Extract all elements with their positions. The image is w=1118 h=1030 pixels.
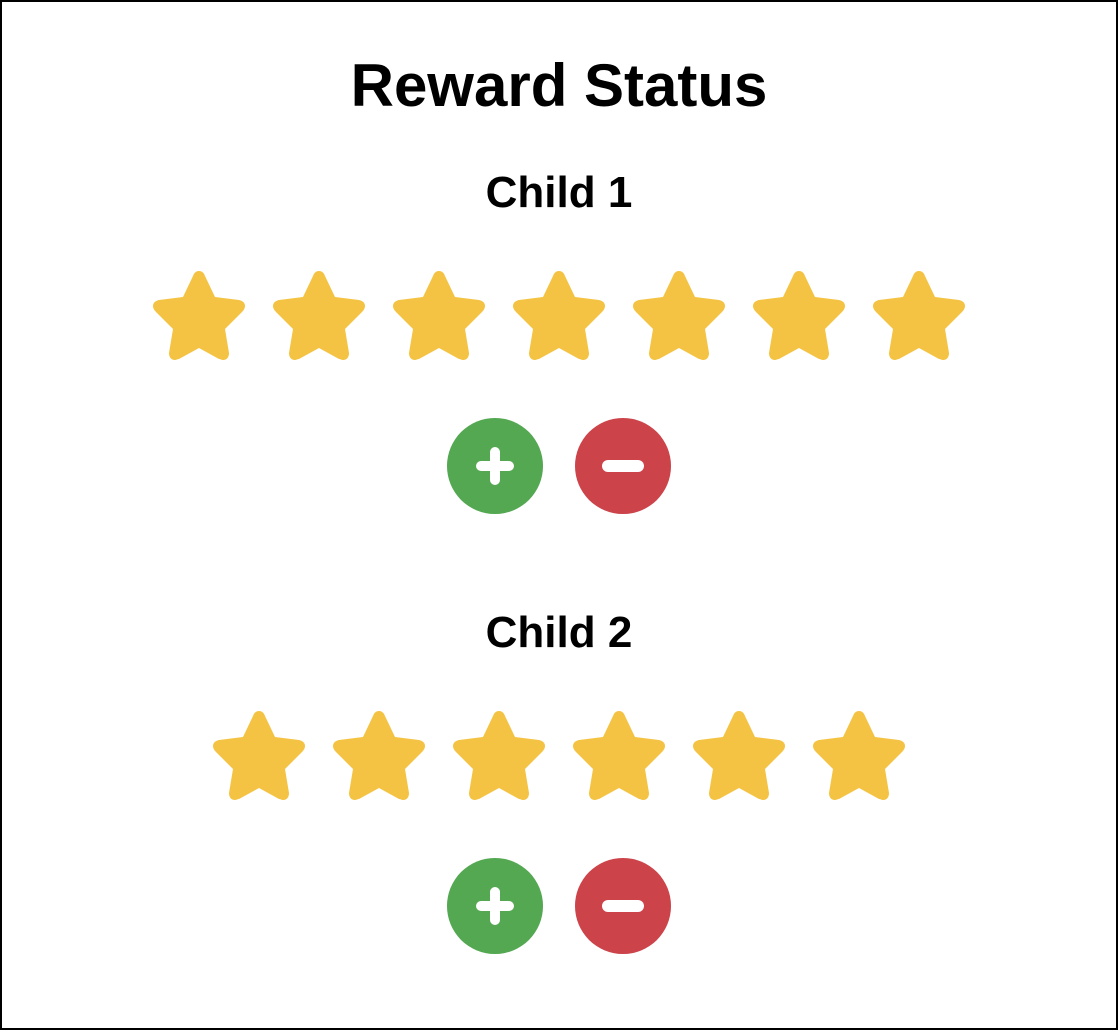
child-1-name: Child 1 — [485, 168, 633, 217]
minus-icon — [575, 418, 671, 514]
star-icon — [153, 271, 245, 360]
star-icon — [393, 271, 485, 360]
star-icon — [513, 271, 605, 360]
child-1-remove-star-button[interactable] — [575, 418, 671, 514]
star-icon — [333, 711, 425, 800]
star-icon — [453, 711, 545, 800]
star-icon — [213, 711, 305, 800]
plus-icon — [447, 858, 543, 954]
child-2-add-star-button[interactable] — [447, 858, 543, 954]
minus-icon — [575, 858, 671, 954]
child-1-add-star-button[interactable] — [447, 418, 543, 514]
star-icon — [633, 271, 725, 360]
star-icon — [273, 271, 365, 360]
star-icon — [873, 271, 965, 360]
plus-icon — [447, 418, 543, 514]
star-icon — [573, 711, 665, 800]
reward-status-page: Reward Status Child 1 Child 2 — [0, 0, 1118, 1030]
child-1-section: Child 1 — [2, 168, 1116, 514]
star-icon — [753, 271, 845, 360]
star-icon — [813, 711, 905, 800]
child-2-controls — [2, 858, 1116, 956]
child-1-controls — [2, 418, 1116, 516]
child-2-name: Child 2 — [485, 608, 633, 657]
child-2-stars-row — [2, 706, 1116, 804]
child-2-remove-star-button[interactable] — [575, 858, 671, 954]
child-1-stars-row — [2, 266, 1116, 364]
star-icon — [693, 711, 785, 800]
page-title: Reward Status — [350, 52, 768, 119]
child-2-section: Child 2 — [2, 608, 1116, 954]
